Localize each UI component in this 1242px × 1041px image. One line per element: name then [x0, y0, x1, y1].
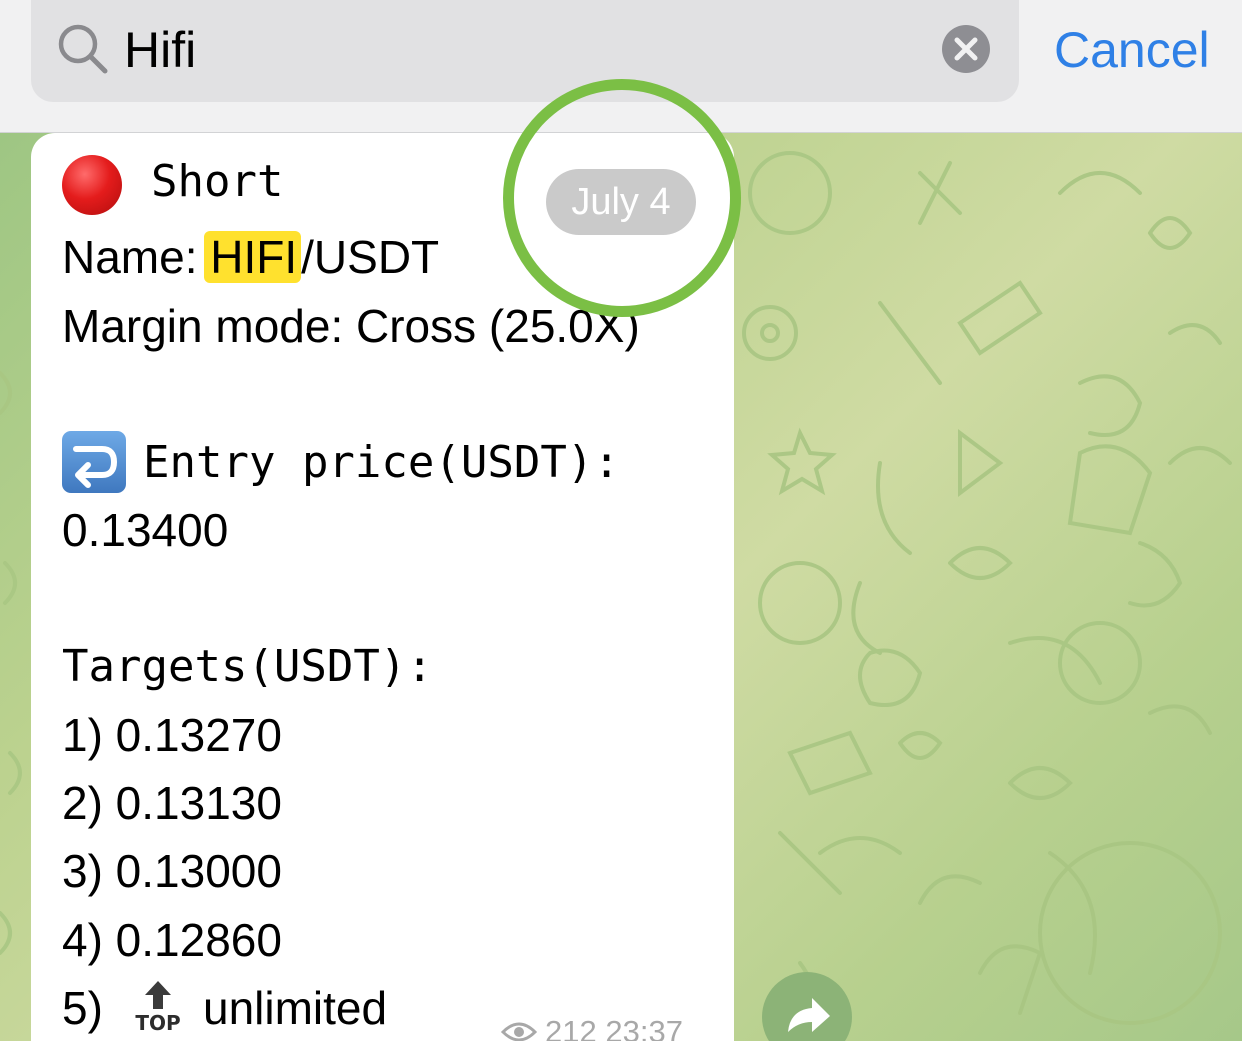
search-field[interactable]: Hifi: [31, 0, 1019, 102]
clear-search-button[interactable]: [942, 25, 990, 73]
message-meta: 212 23:37: [501, 1010, 683, 1041]
search-icon: [58, 24, 108, 74]
annotation-circle: [503, 79, 741, 317]
clear-icon: [954, 37, 978, 61]
message-time: 23:37: [605, 1013, 683, 1041]
red-circle-icon: [62, 155, 122, 215]
forward-arrow-icon: [788, 998, 830, 1032]
top-icon-text: TOP: [135, 1011, 181, 1035]
top-arrow-icon: TOP: [133, 979, 183, 1035]
entry-label: Entry price(USDT):: [143, 437, 620, 488]
short-label: Short: [151, 156, 284, 207]
margin-mode: Margin mode: Cross (25.0X): [62, 300, 640, 352]
target-5-prefix: 5): [62, 982, 103, 1034]
pair-name: Name: HIFI/USDT: [62, 229, 439, 285]
target-5-value: unlimited: [203, 982, 388, 1034]
view-count: 212: [545, 1013, 597, 1041]
search-match-highlight: HIFI: [204, 231, 302, 283]
target-1: 1) 0.13270: [62, 709, 282, 761]
right-arrow-curving-left-icon: [62, 431, 126, 493]
target-3: 3) 0.13000: [62, 845, 282, 897]
target-2: 2) 0.13130: [62, 777, 282, 829]
pair-name-prefix: Name:: [62, 231, 211, 283]
entry-value: 0.13400: [62, 504, 229, 556]
target-4: 4) 0.12860: [62, 914, 282, 966]
eye-icon: [501, 1022, 537, 1041]
cancel-button[interactable]: Cancel: [1054, 22, 1210, 78]
forward-button[interactable]: [762, 972, 852, 1041]
targets-label: Targets(USDT):: [62, 641, 433, 692]
pair-name-suffix: /USDT: [301, 231, 440, 283]
search-input[interactable]: Hifi: [124, 22, 196, 78]
